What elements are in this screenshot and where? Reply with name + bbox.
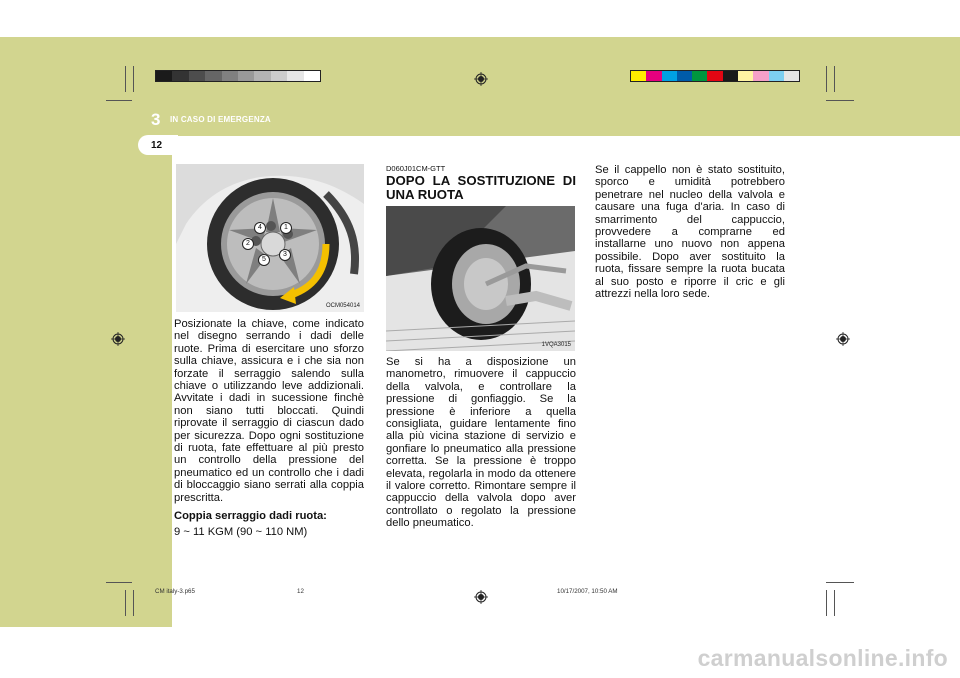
registration-target-icon: [836, 332, 850, 346]
crop-mark: [826, 590, 827, 616]
figure-label: OCM054014: [325, 303, 360, 309]
color-swatch: [722, 71, 739, 81]
crop-mark: [125, 66, 126, 92]
wheel-change-illustration: 1VQA3015: [386, 206, 575, 351]
color-swatch: [631, 71, 647, 81]
color-swatch: [172, 71, 189, 81]
nut-number-2: 2: [242, 238, 254, 250]
color-swatch: [221, 71, 238, 81]
color-swatch: [692, 71, 708, 81]
section-code: D060J01CM-GTT: [386, 164, 446, 173]
grayscale-calibration-bar: [155, 70, 321, 82]
color-swatch: [254, 71, 271, 81]
color-swatch: [303, 71, 320, 81]
column1-body: Posizionate la chiave, come indicato nel…: [174, 318, 364, 504]
crop-mark: [133, 590, 134, 616]
color-swatch: [768, 71, 784, 81]
registration-target-icon: [474, 590, 488, 604]
crop-mark: [106, 100, 132, 101]
crop-mark: [834, 590, 835, 616]
chapter-number: 3: [151, 110, 161, 129]
nut-number-1: 1: [280, 222, 292, 234]
wheel-nuts-diagram: [176, 164, 364, 312]
chapter-title: IN CASO DI EMERGENZA: [170, 115, 271, 124]
footer-datetime: 10/17/2007, 10:50 AM: [557, 588, 618, 595]
car-jack-diagram: [386, 206, 575, 351]
color-swatch: [156, 71, 173, 81]
color-swatch: [237, 71, 255, 81]
nut-number-3: 3: [279, 249, 291, 261]
footer-page: 12: [297, 588, 304, 595]
color-swatch: [205, 71, 222, 81]
color-swatch: [738, 71, 754, 81]
wheel-illustration: 1 2 3 4 5 OCM054014: [176, 164, 364, 312]
color-swatch: [783, 71, 800, 81]
color-swatch: [287, 71, 304, 81]
footer-file: CM italy-3.p65: [155, 588, 195, 595]
registration-target-icon: [474, 72, 488, 86]
nut-number-4: 4: [254, 222, 266, 234]
crop-mark: [826, 66, 827, 92]
crop-mark: [826, 100, 854, 101]
column3-body: Se il cappello non è stato sostituito, s…: [595, 164, 785, 301]
section-title: DOPO LA SOSTITUZIONE DI UNA RUOTA: [386, 173, 576, 202]
watermark: carmanualsonline.info: [697, 645, 948, 671]
color-swatch: [753, 71, 769, 81]
torque-value: 9 ~ 11 KGM (90 ~ 110 NM): [174, 526, 308, 538]
registration-target-icon: [111, 332, 125, 346]
color-swatch: [676, 71, 693, 81]
figure-label: 1VQA3015: [541, 342, 571, 348]
crop-mark: [125, 590, 126, 616]
column2-body: Se si ha a disposizione un manometro, ri…: [386, 356, 576, 530]
nut-number-5: 5: [258, 254, 270, 266]
color-calibration-bar: [630, 70, 801, 82]
crop-mark: [834, 66, 835, 92]
color-swatch: [661, 71, 677, 81]
page-number: 12: [151, 140, 163, 151]
torque-heading: Coppia serraggio dadi ruota:: [174, 510, 327, 522]
color-swatch: [188, 71, 206, 81]
color-swatch: [707, 71, 723, 81]
crop-mark: [826, 582, 854, 583]
color-swatch: [646, 71, 662, 81]
crop-mark: [133, 66, 134, 92]
color-swatch: [270, 71, 288, 81]
crop-mark: [106, 582, 132, 583]
